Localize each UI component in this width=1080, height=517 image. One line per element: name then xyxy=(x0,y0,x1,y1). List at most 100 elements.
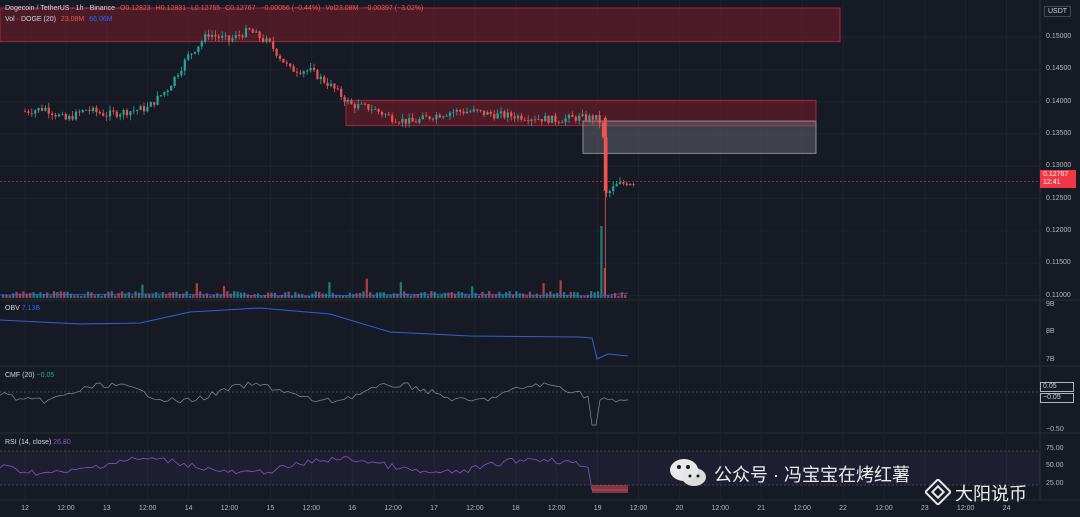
binance-icon xyxy=(925,479,951,505)
candle-body xyxy=(98,112,101,114)
volume-bar xyxy=(127,292,130,298)
volume-bar xyxy=(246,294,249,298)
volume-bar xyxy=(63,292,66,298)
volume-bar xyxy=(216,293,219,298)
time-tick: 13 xyxy=(102,505,111,512)
candle-body xyxy=(309,67,312,71)
volume-bar xyxy=(341,295,345,298)
volume-bar xyxy=(535,293,538,298)
cmf-value: −0.05 xyxy=(36,372,55,379)
cmf-line xyxy=(0,381,629,426)
supply-zone-top xyxy=(0,7,841,43)
candle-body xyxy=(312,67,316,70)
candle-body xyxy=(268,38,271,42)
volume-bar xyxy=(491,295,494,298)
volume-bar xyxy=(148,294,151,298)
candle-body xyxy=(503,111,506,118)
volume-bar xyxy=(433,291,436,298)
candle-body xyxy=(486,111,489,115)
volume-bar xyxy=(56,292,59,298)
volume-bar xyxy=(100,295,103,298)
volume-bar xyxy=(314,291,317,298)
candle-body xyxy=(578,115,581,121)
volume-bar xyxy=(617,295,620,298)
candle-body xyxy=(374,109,377,110)
volume-bar xyxy=(518,293,521,298)
candle-body xyxy=(204,34,207,42)
volume-bar xyxy=(610,295,613,298)
cmf-tick: −0.50 xyxy=(1046,426,1064,433)
candle-body xyxy=(516,115,520,119)
volume-bar xyxy=(600,226,603,298)
time-tick: 18 xyxy=(511,505,520,512)
volume-bar xyxy=(420,292,423,298)
volume-bar xyxy=(607,295,610,298)
high-value: H0.12831 xyxy=(155,5,187,12)
candle-body xyxy=(554,115,557,122)
volume-bar xyxy=(165,295,168,298)
candle-body xyxy=(387,114,390,116)
volume-bar xyxy=(236,291,239,298)
volume-indicator-value: 23.08M xyxy=(60,16,85,23)
candle-body xyxy=(571,114,574,117)
candle-body xyxy=(567,114,571,119)
price-tick: 0.11500 xyxy=(1046,259,1071,267)
candle-body xyxy=(214,35,217,37)
candle-body xyxy=(170,85,173,91)
volume-bar xyxy=(590,291,593,298)
volume-bar xyxy=(386,295,389,298)
candle-body xyxy=(95,107,98,113)
currency-button[interactable]: USDT xyxy=(1044,6,1072,17)
candle-body xyxy=(316,69,319,80)
volume-bar xyxy=(73,295,76,298)
volume-bar xyxy=(76,295,79,298)
candle-body xyxy=(438,114,441,118)
candle-body xyxy=(115,111,118,117)
volume-bar xyxy=(144,294,147,298)
candle-body xyxy=(248,28,251,30)
candle-body xyxy=(574,116,577,121)
ohlc-legend: Dogecoin / TetherUS · 1h · Binance O0.12… xyxy=(5,5,426,12)
obv-legend[interactable]: OBV 7.13B xyxy=(5,305,40,312)
candle-body xyxy=(336,88,339,90)
close-value: C0.12767 xyxy=(225,5,256,12)
candle-body xyxy=(601,123,605,138)
rsi-legend[interactable]: RSI (14, close) 26.80 xyxy=(5,439,71,446)
volume-indicator-label[interactable]: Vol · DOGE (20) xyxy=(5,16,56,23)
candle-body xyxy=(197,46,200,52)
price-tick: 0.14500 xyxy=(1046,65,1072,73)
time-tick: 23 xyxy=(920,505,929,512)
volume-bar xyxy=(569,292,572,298)
symbol-title[interactable]: Dogecoin / TetherUS · 1h · Binance xyxy=(5,5,115,12)
volume-bar xyxy=(423,291,426,298)
volume-bar xyxy=(168,292,171,298)
rsi-label: RSI (14, close) xyxy=(5,439,52,446)
volume-bar xyxy=(562,292,566,298)
candle-body xyxy=(224,35,227,37)
volume-bar xyxy=(576,292,579,298)
volume-bar xyxy=(90,292,93,298)
rsi-oversold-fill xyxy=(592,485,628,493)
chart-canvas[interactable] xyxy=(0,0,1080,517)
volume-bar xyxy=(542,283,545,298)
volume-bar xyxy=(222,285,226,298)
candle-body xyxy=(445,115,448,117)
candle-body xyxy=(190,53,193,55)
cmf-upper-badge: 0.05 xyxy=(1040,382,1074,392)
candle-body xyxy=(227,35,231,41)
volume-bar xyxy=(49,295,52,298)
candle-body xyxy=(391,115,394,122)
cmf-legend[interactable]: CMF (20) −0.05 xyxy=(5,372,54,379)
volume-bar xyxy=(596,291,600,298)
candle-body xyxy=(588,115,591,121)
candle-body xyxy=(193,51,197,54)
volume-bar xyxy=(284,292,287,298)
candle-body xyxy=(465,111,469,114)
volume-bar xyxy=(409,295,413,298)
volume-bar xyxy=(188,295,192,298)
volume-bar xyxy=(426,295,430,298)
candle-body xyxy=(608,190,611,194)
candle-body xyxy=(442,116,445,118)
candle-body xyxy=(350,100,353,105)
volume-bar xyxy=(467,295,470,298)
